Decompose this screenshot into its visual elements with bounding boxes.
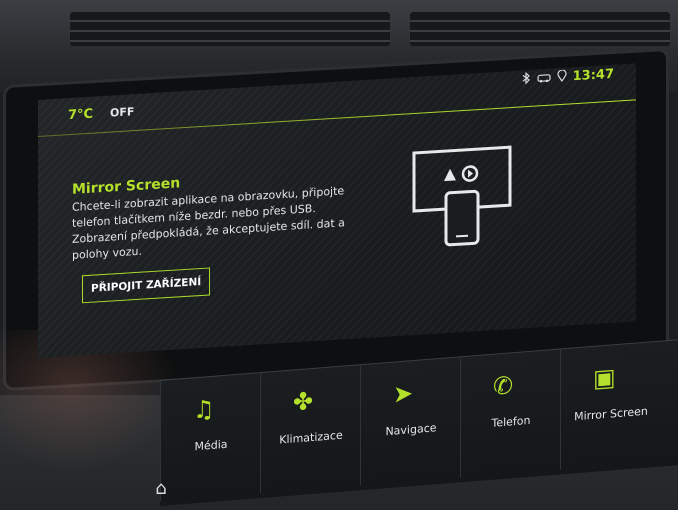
nav-item-label: Navigace bbox=[385, 421, 437, 439]
infotainment-screen: 7°C OFF 13:47 Mirror Screen Chcete-li zo… bbox=[38, 63, 636, 359]
climate-off-label[interactable]: OFF bbox=[110, 105, 134, 119]
nav-item-mirror-screen[interactable]: ▣ Mirror Screen bbox=[560, 341, 661, 470]
home-icon[interactable]: ⌂ bbox=[140, 478, 182, 504]
air-vent-left bbox=[70, 12, 390, 46]
connected-car-icon bbox=[537, 71, 551, 87]
nav-item-label: Klimatizace bbox=[279, 428, 343, 447]
bluetooth-icon bbox=[521, 71, 531, 88]
nav-item-climate[interactable]: ✤ Klimatizace bbox=[260, 365, 361, 494]
nav-item-navigation[interactable]: ➤ Navigace bbox=[360, 357, 461, 486]
nav-item-label: Média bbox=[194, 437, 228, 454]
phone-icon: ✆ bbox=[493, 371, 514, 401]
music-note-icon: ♫ bbox=[193, 394, 215, 425]
navigation-arrow-icon: ➤ bbox=[393, 379, 414, 409]
nav-item-label: Mirror Screen bbox=[574, 404, 648, 424]
temperature-readout[interactable]: 7°C bbox=[68, 107, 93, 124]
nav-item-label: Telefon bbox=[491, 413, 531, 430]
mirror-screen-illustration-icon bbox=[410, 143, 520, 254]
clock: 13:47 bbox=[572, 66, 614, 85]
air-vent-right bbox=[410, 12, 670, 46]
fan-thermometer-icon: ✤ bbox=[293, 386, 314, 417]
connect-device-button[interactable]: PŘIPOJIT ZAŘÍZENÍ bbox=[82, 267, 211, 304]
mirror-screen-icon: ▣ bbox=[593, 363, 616, 393]
nav-item-phone[interactable]: ✆ Telefon bbox=[460, 349, 561, 478]
status-bar: 13:47 bbox=[521, 67, 614, 88]
location-icon bbox=[557, 69, 567, 86]
